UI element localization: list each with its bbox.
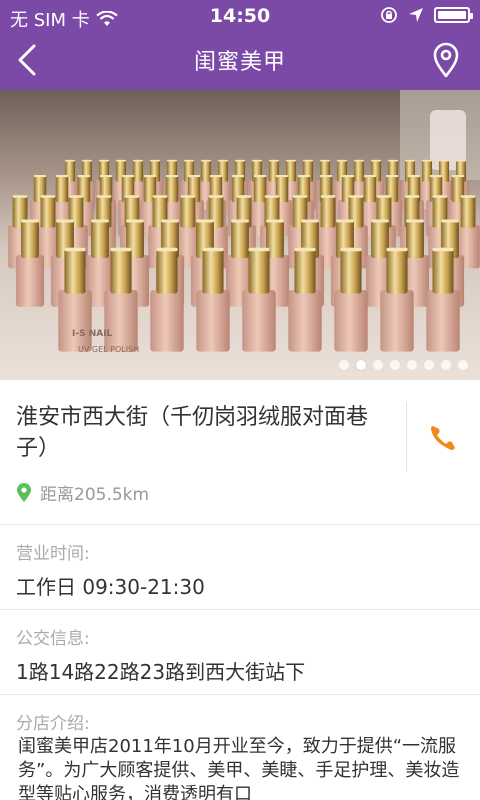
carousel-dot[interactable] bbox=[373, 360, 383, 370]
transit-value: 1路14路22路23路到西大街站下 bbox=[16, 660, 306, 684]
rotation-lock-icon bbox=[381, 7, 397, 23]
carousel-dot[interactable] bbox=[339, 360, 349, 370]
battery-icon bbox=[434, 7, 473, 23]
product-label: UV GEL POLISH bbox=[78, 345, 139, 354]
shop-address: 淮安市西大街（千仞岗羽绒服对面巷子） bbox=[16, 405, 369, 461]
carousel-dot[interactable] bbox=[458, 360, 468, 370]
location-arrow-icon bbox=[409, 8, 423, 22]
map-pin-icon bbox=[433, 42, 459, 78]
page-title: 闺蜜美甲 bbox=[193, 50, 286, 75]
carousel-dot[interactable] bbox=[356, 360, 366, 370]
intro-label: 分店介绍: bbox=[16, 714, 90, 734]
hours-value: 工作日 09:30-21:30 bbox=[16, 575, 205, 599]
business-hours-section: 营业时间: 工作日 09:30-21:30 bbox=[0, 525, 480, 610]
phone-icon bbox=[431, 426, 455, 450]
carousel-dot[interactable] bbox=[390, 360, 400, 370]
nav-header: 闺蜜美甲 bbox=[0, 32, 480, 90]
transit-label: 公交信息: bbox=[16, 629, 90, 649]
intro-section: 分店介绍: 闺蜜美甲店2011年10月开业至今，致力于提供“一流服务”。为广大顾… bbox=[0, 695, 480, 800]
carousel-dot[interactable] bbox=[424, 360, 434, 370]
transit-section: 公交信息: 1路14路22路23路到西大街站下 bbox=[0, 610, 480, 695]
banner-photo: I-S NAIL UV GEL POLISH bbox=[0, 90, 480, 380]
shop-info: 淮安市西大街（千仞岗羽绒服对面巷子） 距离205.5km bbox=[0, 380, 480, 525]
distance-row: 距离205.5km bbox=[16, 480, 149, 505]
divider bbox=[406, 402, 407, 472]
photo-carousel[interactable]: I-S NAIL UV GEL POLISH bbox=[0, 90, 480, 380]
carousel-indicators bbox=[339, 360, 468, 370]
distance-text: 距离205.5km bbox=[40, 485, 150, 505]
carousel-dot[interactable] bbox=[407, 360, 417, 370]
hours-label: 营业时间: bbox=[16, 544, 90, 564]
location-pin-icon bbox=[17, 482, 31, 502]
map-location-button[interactable] bbox=[426, 40, 466, 80]
call-button[interactable] bbox=[423, 418, 463, 458]
brand-label: I-S NAIL bbox=[72, 329, 113, 339]
intro-text: 闺蜜美甲店2011年10月开业至今，致力于提供“一流服务”。为广大顾客提供、美甲… bbox=[18, 736, 460, 800]
status-bar: 无 SIM 卡 14:50 bbox=[0, 0, 480, 32]
carousel-dot[interactable] bbox=[441, 360, 451, 370]
